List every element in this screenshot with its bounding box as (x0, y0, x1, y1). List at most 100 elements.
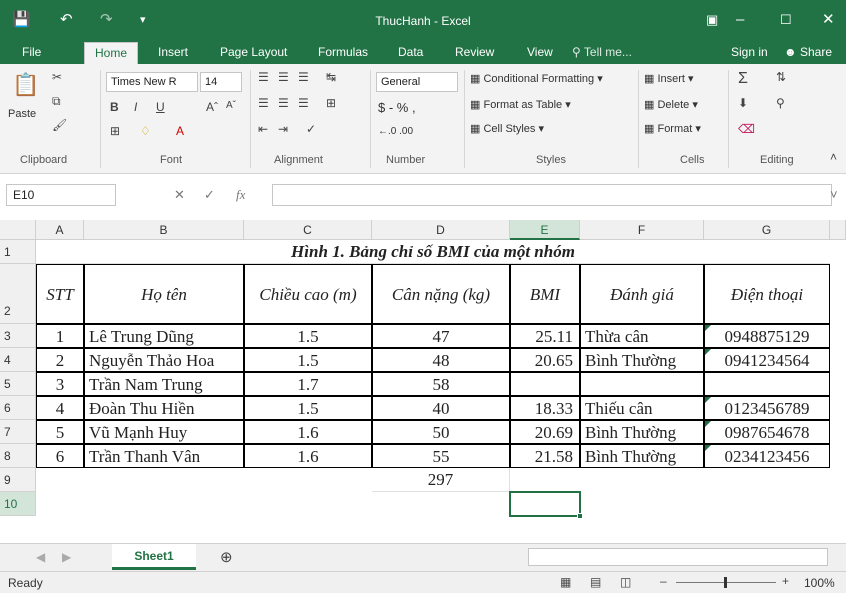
find-select-icon[interactable]: ⚲ (776, 96, 785, 110)
cell-height[interactable]: 1.5 (244, 396, 372, 420)
row-header-4[interactable]: 4 (0, 348, 36, 372)
cell-evaluation[interactable]: Bình Thường (580, 420, 704, 444)
cell-name[interactable]: Nguyễn Thảo Hoa (84, 348, 244, 372)
underline-icon[interactable]: U (156, 100, 165, 114)
format-painter-icon[interactable]: 🖌 (52, 118, 67, 132)
cut-icon[interactable]: ✂ (52, 70, 62, 84)
clear-icon[interactable]: ⌫ (738, 122, 755, 136)
column-header-c[interactable]: C (244, 220, 372, 240)
cell-bmi[interactable]: 21.58 (510, 444, 580, 468)
cell-name[interactable]: Trần Nam Trung (84, 372, 244, 396)
cell-bmi[interactable]: 18.33 (510, 396, 580, 420)
font-name-select[interactable]: Times New R (106, 72, 198, 92)
cell-evaluation[interactable]: Thiếu cân (580, 396, 704, 420)
fill-handle[interactable] (577, 513, 583, 519)
column-header-f[interactable]: F (580, 220, 704, 240)
cell-phone[interactable]: 0948875129 (704, 324, 830, 348)
header-stt[interactable]: STT (36, 264, 84, 324)
cell-bmi[interactable]: 25.11 (510, 324, 580, 348)
page-break-view-icon[interactable]: ◫ (620, 575, 631, 589)
autosum-icon[interactable]: Σ (738, 70, 748, 88)
format-cells-button[interactable]: ▦ Format ▾ (644, 122, 701, 135)
decrease-font-icon[interactable]: Aˇ (226, 100, 236, 111)
tab-review[interactable]: Review (455, 40, 494, 64)
cell-height[interactable]: 1.6 (244, 444, 372, 468)
cell-name[interactable]: Trần Thanh Vân (84, 444, 244, 468)
cell-phone[interactable] (704, 372, 830, 396)
cell-stt[interactable]: 1 (36, 324, 84, 348)
horizontal-scrollbar[interactable] (528, 548, 828, 566)
maximize-icon[interactable]: ☐ (780, 0, 792, 40)
cell-weight[interactable]: 40 (372, 396, 510, 420)
zoom-slider-thumb[interactable] (724, 577, 727, 588)
tab-home[interactable]: Home (84, 42, 138, 65)
scroll-right-icon[interactable]: ▶ (62, 550, 71, 564)
cell-evaluation[interactable]: Bình Thường (580, 444, 704, 468)
cell-height[interactable]: 1.7 (244, 372, 372, 396)
cell-stt[interactable]: 2 (36, 348, 84, 372)
header-phone[interactable]: Điện thoại (704, 264, 830, 324)
accounting-format-button[interactable]: $ - % , (378, 100, 416, 115)
wrap-text-icon[interactable]: ↹ (326, 70, 336, 84)
zoom-out-icon[interactable]: – (660, 574, 667, 588)
tab-data[interactable]: Data (398, 40, 423, 64)
cell-weight[interactable]: 47 (372, 324, 510, 348)
row-header-10[interactable]: 10 (0, 492, 36, 516)
merge-center-icon[interactable]: ⊞ (326, 96, 336, 110)
header-height[interactable]: Chiều cao (m) (244, 264, 372, 324)
paste-icon[interactable]: 📋 (12, 72, 39, 98)
vertical-scrollbar[interactable] (830, 220, 846, 240)
tab-view[interactable]: View (527, 40, 553, 64)
insert-cells-button[interactable]: ▦ Insert ▾ (644, 72, 694, 85)
decimal-buttons[interactable]: ←.0 .00 (378, 126, 413, 137)
cell-phone[interactable]: 0123456789 (704, 396, 830, 420)
insert-function-icon[interactable]: fx (236, 184, 245, 206)
tab-insert[interactable]: Insert (158, 40, 188, 64)
cell-name[interactable]: Đoàn Thu Hiền (84, 396, 244, 420)
sort-filter-icon[interactable]: ⇅ (776, 70, 786, 84)
formula-input[interactable] (272, 184, 832, 206)
header-name[interactable]: Họ tên (84, 264, 244, 324)
orientation-icon[interactable]: ✓ (306, 122, 316, 136)
collapse-ribbon-icon[interactable]: ˄ (830, 150, 837, 164)
cell-phone[interactable]: 0234123456 (704, 444, 830, 468)
column-header-g[interactable]: G (704, 220, 830, 240)
cell-stt[interactable]: 4 (36, 396, 84, 420)
conditional-formatting-button[interactable]: ▦ Conditional Formatting ▾ (470, 72, 603, 85)
new-sheet-icon[interactable]: ⊕ (220, 548, 233, 566)
row-header-7[interactable]: 7 (0, 420, 36, 444)
ribbon-display-options-icon[interactable]: ▣ (706, 0, 718, 40)
font-size-select[interactable]: 14 (200, 72, 242, 92)
spreadsheet-grid[interactable]: A B C D E F G 1 2 3 4 5 6 7 8 9 10 Hình … (0, 220, 846, 543)
bold-icon[interactable]: B (110, 100, 119, 114)
page-layout-view-icon[interactable]: ▤ (590, 575, 601, 589)
selected-cell-outline[interactable] (509, 491, 581, 517)
font-color-icon[interactable]: A (176, 124, 184, 138)
share-button[interactable]: ☻ Share (784, 40, 832, 64)
cell-styles-button[interactable]: ▦ Cell Styles ▾ (470, 122, 544, 135)
number-format-select[interactable]: General (376, 72, 458, 92)
cell-weight[interactable]: 55 (372, 444, 510, 468)
tab-formulas[interactable]: Formulas (318, 40, 368, 64)
row-header-9[interactable]: 9 (0, 468, 36, 492)
cell-bmi[interactable]: 20.69 (510, 420, 580, 444)
align-right-icon[interactable]: ☰ (298, 96, 309, 110)
row-header-1[interactable]: 1 (0, 240, 36, 264)
cancel-icon[interactable]: ✕ (174, 184, 185, 206)
cell-bmi[interactable]: 20.65 (510, 348, 580, 372)
align-left-icon[interactable]: ☰ (258, 96, 269, 110)
cell-name[interactable]: Lê Trung Dũng (84, 324, 244, 348)
cell-stt[interactable]: 6 (36, 444, 84, 468)
cell-height[interactable]: 1.6 (244, 420, 372, 444)
tab-page-layout[interactable]: Page Layout (220, 40, 287, 64)
name-box[interactable]: E10 (6, 184, 116, 206)
cell-weight[interactable]: 58 (372, 372, 510, 396)
header-evaluation[interactable]: Đánh giá (580, 264, 704, 324)
cell-weight[interactable]: 50 (372, 420, 510, 444)
align-bottom-icon[interactable]: ☰ (298, 70, 309, 84)
weight-sum-cell[interactable]: 297 (372, 468, 510, 492)
zoom-level[interactable]: 100% (804, 576, 835, 590)
cell-evaluation[interactable]: Thừa cân (580, 324, 704, 348)
row-header-3[interactable]: 3 (0, 324, 36, 348)
row-header-8[interactable]: 8 (0, 444, 36, 468)
